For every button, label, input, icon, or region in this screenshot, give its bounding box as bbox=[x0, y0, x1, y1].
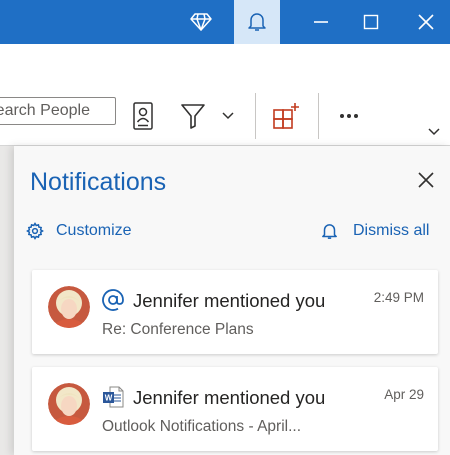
notification-time: 2:49 PM bbox=[373, 290, 424, 305]
maximize-button[interactable] bbox=[349, 0, 393, 44]
dismiss-all-button[interactable]: Dismiss all bbox=[322, 222, 429, 240]
filter-icon bbox=[181, 104, 205, 129]
more-icon bbox=[340, 114, 358, 118]
get-addins-icon bbox=[273, 103, 299, 129]
notification-time: Apr 29 bbox=[384, 387, 424, 402]
address-book-button[interactable] bbox=[130, 98, 156, 134]
ribbon-expand-button[interactable] bbox=[424, 122, 444, 142]
bell-icon bbox=[248, 13, 266, 31]
notification-subtitle: Re: Conference Plans bbox=[102, 321, 254, 338]
avatar bbox=[48, 286, 90, 328]
notifications-toggle-button[interactable] bbox=[234, 0, 280, 44]
toolbar-divider bbox=[318, 93, 319, 139]
gear-icon bbox=[26, 222, 44, 240]
notification-subtitle: Outlook Notifications - April... bbox=[102, 418, 301, 435]
at-mention-icon bbox=[100, 287, 126, 313]
notification-card[interactable]: W Jennifer mentioned you Outlook Notific… bbox=[32, 367, 438, 451]
filter-button[interactable] bbox=[178, 98, 208, 134]
search-people-box[interactable] bbox=[0, 97, 116, 125]
dismiss-all-label: Dismiss all bbox=[353, 222, 430, 239]
customize-label: Customize bbox=[56, 222, 132, 239]
minimize-icon bbox=[314, 21, 328, 23]
close-panel-button[interactable] bbox=[414, 168, 438, 192]
get-addins-button[interactable] bbox=[270, 100, 302, 132]
close-window-button[interactable] bbox=[404, 0, 448, 44]
title-bar bbox=[0, 0, 450, 44]
close-icon bbox=[418, 172, 434, 188]
notifications-panel: Notifications Customize Dismiss all Jenn… bbox=[14, 146, 450, 455]
chevron-down-icon bbox=[222, 112, 234, 120]
svg-text:W: W bbox=[105, 394, 113, 403]
ribbon-toolbar bbox=[0, 44, 450, 146]
notification-title: Jennifer mentioned you bbox=[133, 290, 326, 311]
bell-icon bbox=[322, 223, 337, 239]
maximize-icon bbox=[363, 14, 379, 30]
chevron-down-icon bbox=[428, 128, 440, 136]
word-document-icon: W bbox=[100, 384, 126, 410]
address-book-icon bbox=[133, 102, 153, 130]
toolbar-divider bbox=[255, 93, 256, 139]
customize-button[interactable]: Customize bbox=[26, 222, 132, 240]
close-icon bbox=[418, 14, 434, 30]
filter-dropdown-button[interactable] bbox=[218, 104, 238, 128]
notification-card[interactable]: Jennifer mentioned you Re: Conference Pl… bbox=[32, 270, 438, 354]
premium-button[interactable] bbox=[179, 0, 223, 44]
notification-title: Jennifer mentioned you bbox=[133, 387, 326, 408]
avatar bbox=[48, 383, 90, 425]
minimize-button[interactable] bbox=[299, 0, 343, 44]
panel-title: Notifications bbox=[30, 168, 167, 196]
diamond-icon bbox=[190, 13, 212, 31]
search-people-input[interactable] bbox=[0, 98, 115, 124]
more-options-button[interactable] bbox=[334, 104, 364, 128]
